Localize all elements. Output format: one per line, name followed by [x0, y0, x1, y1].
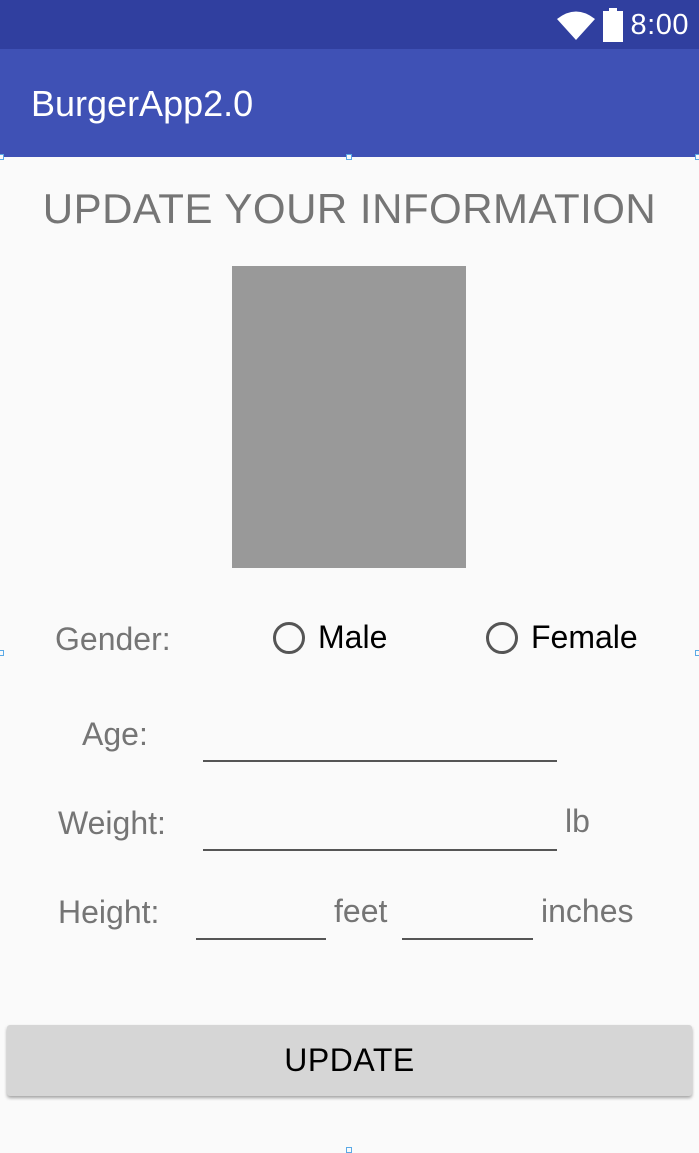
selection-marker [695, 650, 699, 656]
height-label: Height: [58, 894, 160, 930]
status-icons: 8:00 [556, 6, 689, 44]
gender-label: Gender: [55, 621, 171, 657]
female-radio[interactable]: Female [486, 619, 638, 656]
weight-unit: lb [565, 803, 590, 839]
age-input[interactable] [203, 717, 557, 762]
wifi-icon [556, 10, 595, 40]
page-title: UPDATE YOUR INFORMATION [42, 185, 657, 232]
profile-image-placeholder [232, 266, 466, 568]
radio-circle-icon [486, 621, 518, 654]
status-bar: 8:00 [0, 0, 699, 49]
selection-marker [346, 154, 352, 160]
battery-icon [602, 8, 623, 42]
height-inches-input[interactable] [402, 895, 533, 940]
update-button[interactable]: UPDATE [7, 1025, 692, 1096]
male-radio[interactable]: Male [273, 619, 387, 656]
feet-unit: feet [334, 893, 388, 929]
content-area: UPDATE YOUR INFORMATION Gender: Male Fem… [0, 154, 699, 1153]
selection-marker [0, 650, 4, 656]
app-title: BurgerApp2.0 [31, 83, 254, 124]
weight-input[interactable] [203, 806, 557, 851]
age-label: Age: [82, 716, 148, 752]
male-radio-label: Male [318, 619, 388, 655]
app-bar: BurgerApp2.0 [0, 49, 699, 157]
height-feet-input[interactable] [196, 895, 326, 940]
inches-unit: inches [541, 893, 634, 929]
selection-marker [695, 154, 699, 160]
weight-label: Weight: [58, 805, 166, 841]
status-time: 8:00 [630, 8, 689, 41]
selection-marker [346, 1147, 352, 1153]
radio-circle-icon [273, 621, 305, 654]
selection-marker [0, 154, 4, 160]
female-radio-label: Female [531, 619, 638, 655]
